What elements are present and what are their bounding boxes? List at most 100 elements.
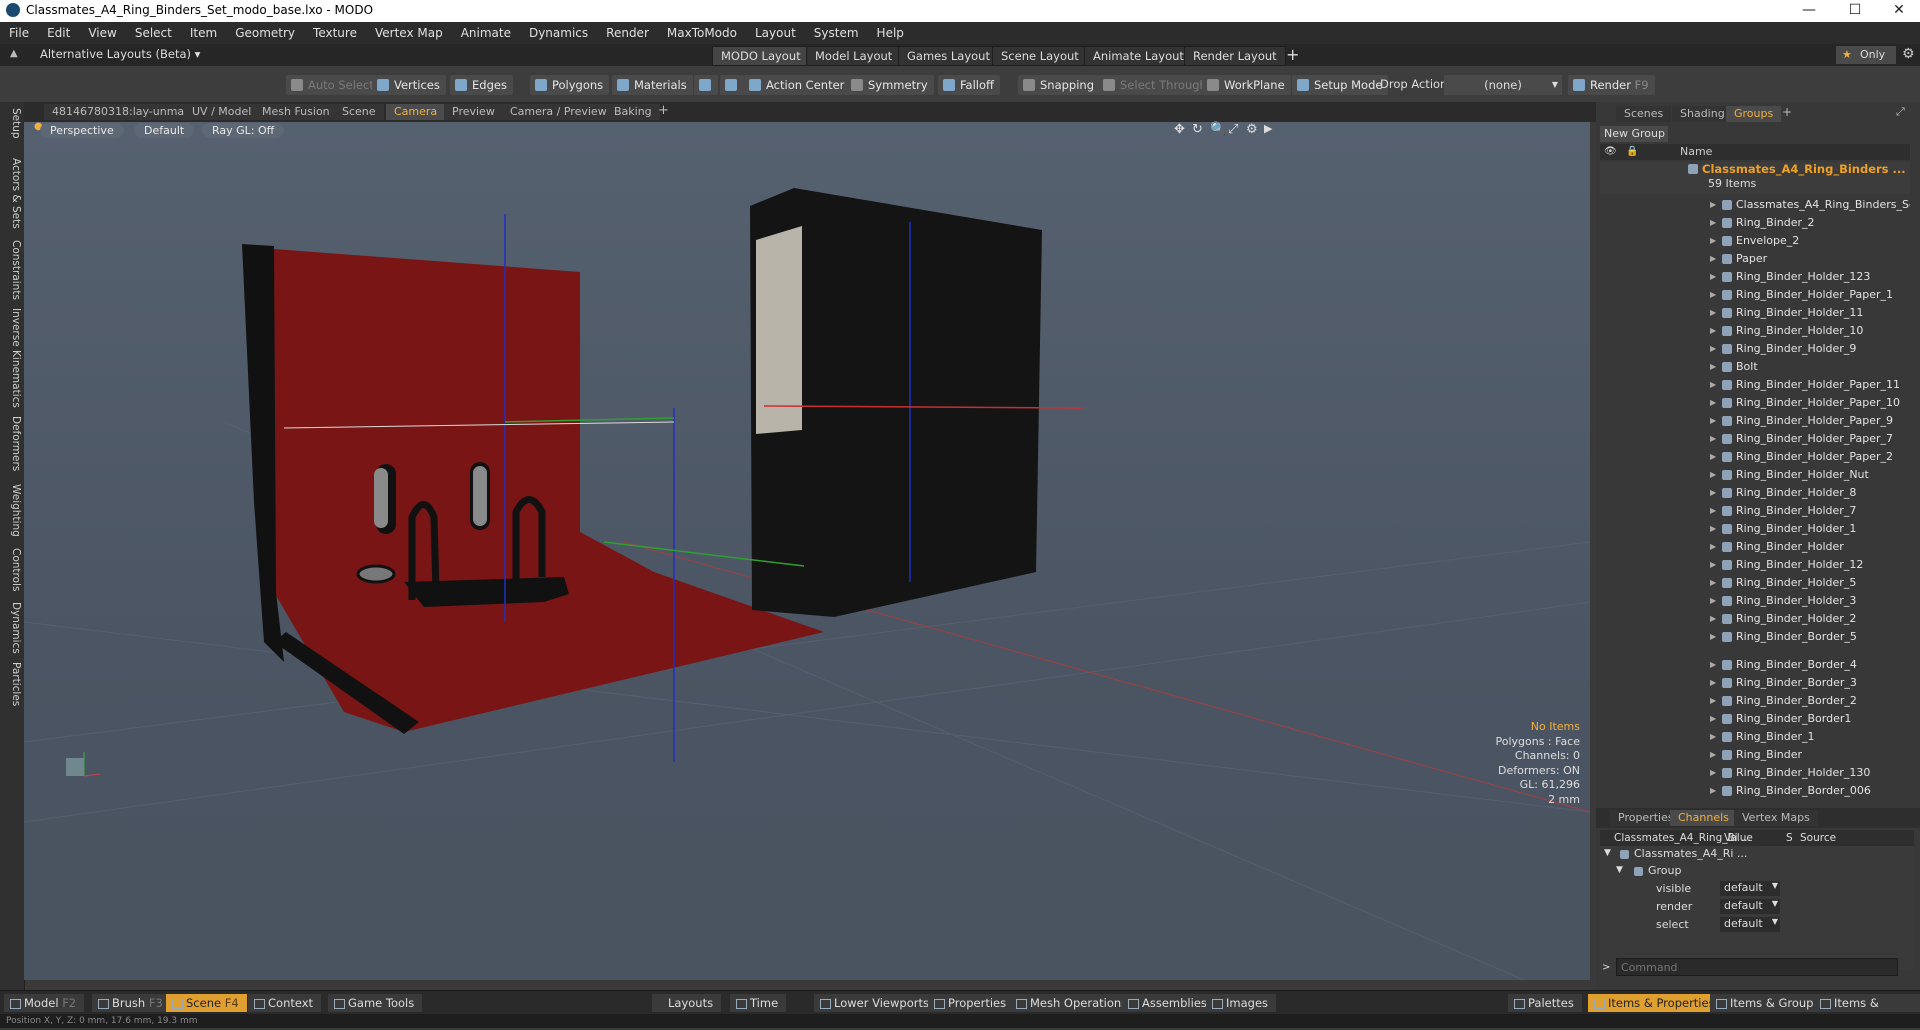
items-shading-button[interactable]: Items & Shading	[1814, 994, 1920, 1028]
render-button[interactable]: Render F9	[1568, 75, 1655, 95]
menu-edit[interactable]: Edit	[38, 22, 79, 44]
vertices-button[interactable]: Vertices	[372, 75, 446, 95]
list-item[interactable]: ▶ Ring_Binder_Holder_Paper_2	[1600, 448, 1910, 466]
tab-scene[interactable]: Scene	[334, 104, 384, 120]
menu-dynamics[interactable]: Dynamics	[520, 22, 597, 44]
selection-sets-button[interactable]	[694, 75, 718, 95]
items-properties-button[interactable]: Items & Properties	[1588, 994, 1723, 1012]
menu-view[interactable]: View	[79, 22, 125, 44]
list-item[interactable]: ▶ Ring_Binder_Holder_Paper_1	[1600, 286, 1910, 304]
vtab-setup[interactable]: Setup	[2, 108, 22, 139]
collapse-icon[interactable]: ▲	[10, 48, 18, 59]
list-item[interactable]: ▶ Ring_Binder_Holder_Paper_11	[1600, 376, 1910, 394]
gear-icon[interactable]: ⚙	[1902, 46, 1915, 62]
tab-games-layout[interactable]: Games Layout	[898, 46, 999, 66]
vtab-weighting[interactable]: Weighting	[2, 484, 22, 537]
lower-viewports-button[interactable]: Lower Viewports	[814, 994, 937, 1012]
menu-system[interactable]: System	[805, 22, 868, 44]
action-center-button[interactable]: Action Center	[744, 75, 851, 95]
time-button[interactable]: Time	[730, 994, 787, 1012]
tab-baking[interactable]: Baking	[606, 104, 660, 120]
rotate-icon[interactable]: ↻	[1192, 122, 1203, 137]
images-button[interactable]: Images	[1206, 994, 1277, 1012]
list-item[interactable]: ▶ Bolt	[1600, 358, 1910, 376]
menu-item[interactable]: Item	[181, 22, 226, 44]
alternative-layouts-dropdown[interactable]: Alternative Layouts (Beta) ▾	[40, 47, 200, 61]
vtab-deformers[interactable]: Deformers	[2, 416, 22, 471]
list-item[interactable]: ▶ Ring_Binder_Border_2	[1600, 692, 1910, 710]
tab-camera[interactable]: Camera	[386, 104, 446, 120]
zoom-icon[interactable]: 🔍	[1210, 122, 1226, 137]
tab-shading[interactable]: Shading	[1672, 106, 1733, 122]
list-item[interactable]: ▶ Ring_Binder_Holder_10	[1600, 322, 1910, 340]
list-item[interactable]: ▶ Ring_Binder	[1600, 746, 1910, 764]
channel-select-select[interactable]: default ▼	[1720, 917, 1780, 932]
close-button[interactable]: ✕	[1876, 0, 1920, 22]
tab-scenes[interactable]: Scenes	[1616, 106, 1672, 122]
list-item[interactable]: ▶ Ring_Binder_Holder_Nut	[1600, 466, 1910, 484]
list-item[interactable]: ▶ Ring_Binder_Holder_1	[1600, 520, 1910, 538]
menu-render[interactable]: Render	[597, 22, 658, 44]
viewport-more-icon[interactable]: ▶	[1264, 122, 1272, 135]
tab-mesh-fusion[interactable]: Mesh Fusion	[254, 104, 338, 120]
list-item[interactable]: ▶ Ring_Binder_Holder	[1600, 538, 1910, 556]
list-item[interactable]: ▶ Ring_Binder_Border1	[1600, 710, 1910, 728]
list-item[interactable]: ▶ Ring_Binder_Holder_Paper_9	[1600, 412, 1910, 430]
list-item[interactable]: ▶ Envelope_2	[1600, 232, 1910, 250]
list-item[interactable]: ▶ Ring_Binder_Border_4	[1600, 656, 1910, 674]
menu-maxtomodo[interactable]: MaxToModo	[658, 22, 746, 44]
raygl-button[interactable]: Ray GL: Off	[202, 123, 285, 138]
list-item[interactable]: ▶ Ring_Binder_Holder_11	[1600, 304, 1910, 322]
menu-help[interactable]: Help	[868, 22, 913, 44]
only-toggle[interactable]: ★ Only	[1836, 46, 1896, 64]
menu-animate[interactable]: Animate	[452, 22, 520, 44]
list-item[interactable]: ▶ Ring_Binder_Holder_123	[1600, 268, 1910, 286]
tab-preview[interactable]: Preview	[444, 104, 503, 120]
vtab-constraints[interactable]: Constraints	[2, 240, 22, 300]
tab-render-layout[interactable]: Render Layout	[1184, 46, 1286, 66]
3d-viewport[interactable]: ● Perspective Default Ray GL: Off ✥ ↻ 🔍 …	[24, 121, 1590, 980]
group-root-row[interactable]: Classmates_A4_Ring_Binders ... 59 Items	[1600, 162, 1910, 194]
tab-animate-layout[interactable]: Animate Layout	[1084, 46, 1193, 66]
new-group-button[interactable]: New Group	[1600, 126, 1668, 142]
materials-button[interactable]: Materials	[612, 75, 693, 95]
list-item[interactable]: ▶ Paper	[1600, 250, 1910, 268]
list-item[interactable]: ▶ Ring_Binder_Holder_130	[1600, 764, 1910, 782]
collapse-arrow-icon[interactable]: ▼	[1616, 865, 1623, 875]
maximize-button[interactable]: ☐	[1832, 0, 1878, 22]
list-item[interactable]: ▶ Ring_Binder_Border_3	[1600, 674, 1910, 692]
tab-scene-layout[interactable]: Scene Layout	[992, 46, 1088, 66]
drop-action-select[interactable]: (none) ▼	[1444, 75, 1562, 95]
menu-layout[interactable]: Layout	[746, 22, 805, 44]
list-item[interactable]: ▶ Ring_Binder_Holder_7	[1600, 502, 1910, 520]
falloff-button[interactable]: Falloff	[938, 75, 1000, 95]
vtab-controls[interactable]: Controls	[2, 548, 22, 591]
model-button[interactable]: Model F2	[4, 994, 85, 1012]
channel-visible-select[interactable]: default ▼	[1720, 881, 1780, 896]
edges-button[interactable]: Edges	[450, 75, 513, 95]
list-item[interactable]: ▶ Ring_Binder_Border_006	[1600, 782, 1910, 800]
vtab-particles[interactable]: Particles	[2, 662, 22, 706]
auto-select-button[interactable]: Auto Select	[286, 75, 380, 95]
tab-camera-preview[interactable]: Camera / Preview	[502, 104, 615, 120]
menu-select[interactable]: Select	[126, 22, 181, 44]
workplane-button[interactable]: WorkPlane	[1202, 75, 1291, 95]
perspective-button[interactable]: Perspective	[40, 123, 124, 138]
menu-file[interactable]: File	[0, 22, 38, 44]
collapse-arrow-icon[interactable]: ▼	[1604, 848, 1611, 858]
mesh-operations-button[interactable]: Mesh Operations	[1010, 994, 1136, 1012]
channel-render-select[interactable]: default ▼	[1720, 899, 1780, 914]
tab-uv-model[interactable]: UV / Model	[184, 104, 260, 120]
vtab-actors-sets[interactable]: Actors & Sets	[2, 158, 22, 229]
list-item[interactable]: ▶ Ring_Binder_Holder_9	[1600, 340, 1910, 358]
selection-mode-button[interactable]	[720, 75, 744, 95]
viewport-settings-icon[interactable]: ⚙	[1246, 122, 1258, 137]
tab-vertex-maps[interactable]: Vertex Maps	[1734, 810, 1818, 826]
game-tools-button[interactable]: Game Tools	[328, 994, 423, 1012]
menu-texture[interactable]: Texture	[304, 22, 366, 44]
setup-mode-button[interactable]: Setup Mode	[1292, 75, 1389, 95]
items-groups-button[interactable]: Items & Groups	[1710, 994, 1828, 1012]
snapping-button[interactable]: Snapping	[1018, 75, 1101, 95]
tab-lay-unmax[interactable]: 48146780318:lay-unmax	[44, 104, 199, 120]
add-panel-tab-button[interactable]: +	[1782, 105, 1792, 119]
